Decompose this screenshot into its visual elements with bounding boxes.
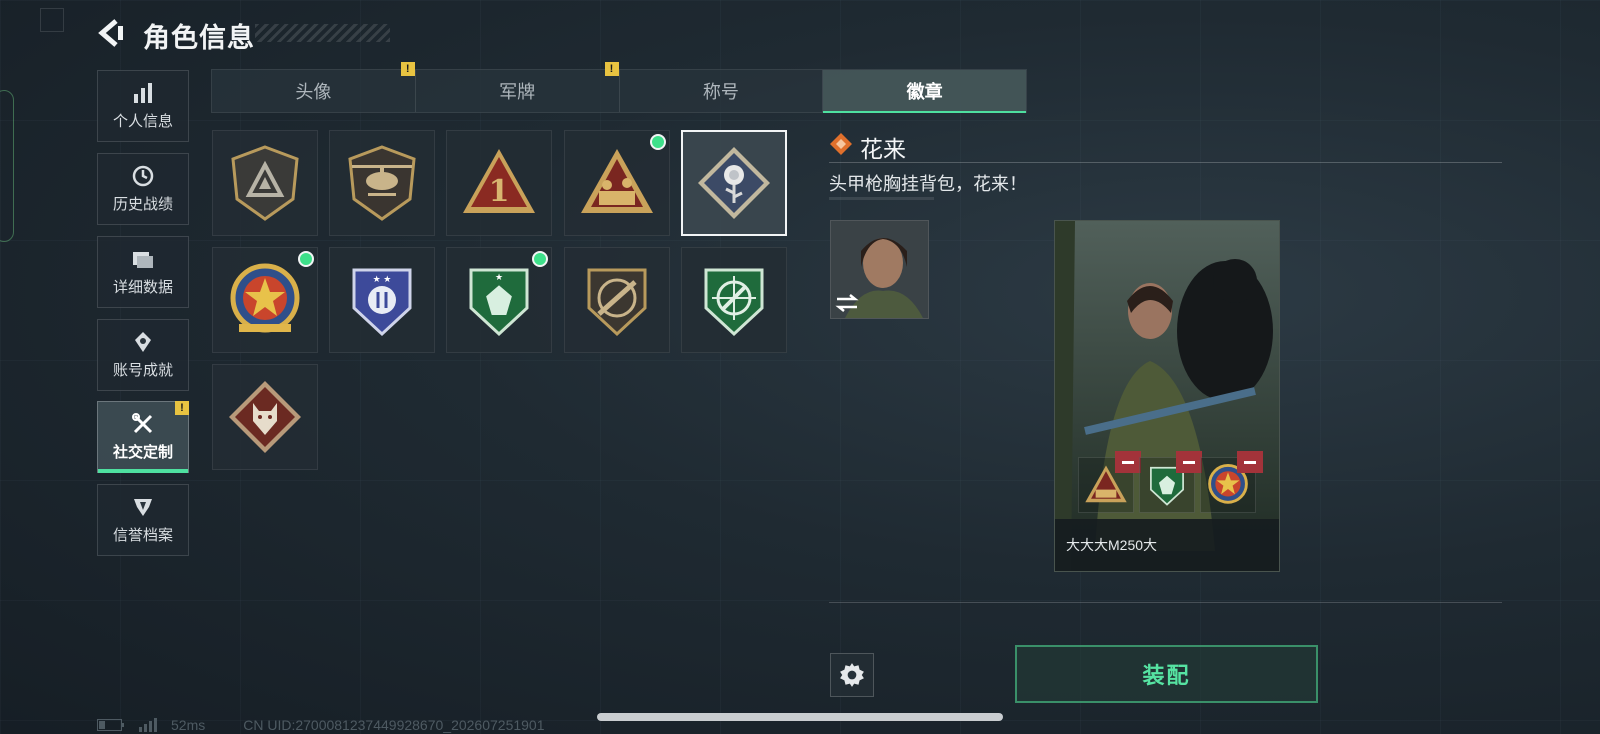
badge-cell-rifle[interactable] xyxy=(564,247,670,353)
new-indicator-dot xyxy=(532,251,548,267)
left-edge-handle xyxy=(0,90,14,242)
sidebar-item-social[interactable]: 社交定制 ! xyxy=(97,401,189,473)
svg-text:1: 1 xyxy=(489,174,510,209)
remove-badge-button[interactable] xyxy=(1237,451,1263,473)
green-gem-badge-icon: ★ xyxy=(469,268,529,337)
tab-avatar[interactable]: 头像 ! xyxy=(212,62,416,112)
blue-wings-badge-icon: ★ ★ xyxy=(352,268,412,337)
sidebar-item-label: 信誉档案 xyxy=(112,527,173,544)
gear-icon xyxy=(840,663,864,687)
sidebar-item-label: 账号成就 xyxy=(112,362,173,379)
detail-divider xyxy=(829,162,1502,163)
ping-value: 52ms xyxy=(171,717,206,733)
card-footer: 大大大M250大 xyxy=(1055,519,1279,571)
sidebar-item-achievements[interactable]: 账号成就 xyxy=(97,319,189,391)
sidebar-item-label: 历史战绩 xyxy=(112,196,173,213)
badge-cell-green-crosshair[interactable] xyxy=(681,247,787,353)
back-arrow-icon[interactable] xyxy=(96,18,126,48)
player-name: 大大大M250大 xyxy=(1066,537,1158,553)
green-crosshair-badge-icon xyxy=(704,268,764,337)
page-title: 角色信息 xyxy=(143,23,255,53)
player-card: 大大大M250大 xyxy=(1054,220,1280,572)
description-underline xyxy=(829,197,934,200)
tab-label: 徽章 xyxy=(906,82,943,102)
badge-cell-blue-wings[interactable]: ★ ★ xyxy=(329,247,435,353)
star-medal-badge-icon xyxy=(230,263,300,333)
tab-dog-tag[interactable]: 军牌 ! xyxy=(416,62,620,112)
sidebar-item-history[interactable]: 历史战绩 xyxy=(97,153,189,225)
reputation-icon xyxy=(134,499,152,516)
settings-button[interactable] xyxy=(830,653,874,697)
tools-icon xyxy=(132,413,153,434)
rifle-badge-icon xyxy=(587,268,647,337)
corner-decoration xyxy=(40,8,64,32)
sidebar-item-label: 社交定制 xyxy=(112,444,173,461)
swap-icon[interactable] xyxy=(835,294,859,312)
sidebar-item-label: 个人信息 xyxy=(112,113,173,130)
history-icon xyxy=(132,165,154,187)
badge-cell-rose[interactable] xyxy=(681,130,787,236)
tab-title[interactable]: 称号 xyxy=(620,70,824,112)
badge-cell-wolf[interactable] xyxy=(212,364,318,470)
wolf-badge-icon xyxy=(229,381,301,453)
sidebar-item-details[interactable]: 详细数据 xyxy=(97,236,189,308)
sidebar-item-reputation[interactable]: 信誉档案 xyxy=(97,484,189,556)
signal-icon xyxy=(139,718,157,732)
badge-cell-star-medal[interactable] xyxy=(212,247,318,353)
user-uid: CN UID:2700081237449928670_202607251901 xyxy=(243,717,545,733)
badge-cell-number-one[interactable]: 1 xyxy=(446,130,552,236)
folder-icon xyxy=(133,252,153,268)
soldiers-badge-icon xyxy=(581,149,653,213)
equipped-badge-slot[interactable] xyxy=(1139,451,1202,513)
badge-name: 花来 xyxy=(860,136,906,162)
battery-icon xyxy=(97,719,124,731)
home-indicator[interactable] xyxy=(597,713,1003,721)
tab-badge[interactable]: 徽章 xyxy=(823,70,1026,113)
achievement-icon xyxy=(135,332,151,352)
svg-text:★: ★ xyxy=(495,272,503,282)
badge-cell-triangle-shield[interactable] xyxy=(212,130,318,236)
sidebar-item-profile[interactable]: 个人信息 xyxy=(97,70,189,142)
equipped-badge-slot[interactable] xyxy=(1200,451,1263,513)
player-avatar[interactable] xyxy=(830,220,929,319)
svg-text:★ ★: ★ ★ xyxy=(373,274,392,284)
sidebar-item-label: 详细数据 xyxy=(112,279,173,296)
detail-bottom-divider xyxy=(829,602,1502,603)
badge-cell-helicopter[interactable] xyxy=(329,130,435,236)
tab-label: 军牌 xyxy=(499,82,536,102)
tab-label: 称号 xyxy=(702,82,739,102)
tab-bar: 头像 ! 军牌 ! 称号 徽章 xyxy=(211,62,1027,113)
remove-badge-button[interactable] xyxy=(1115,451,1141,473)
number-one-badge-icon: 1 xyxy=(463,149,535,213)
title-stripe-decoration xyxy=(255,24,390,42)
badge-description: 头甲枪胸挂背包，花来！ xyxy=(829,174,1027,194)
status-bar: 52ms CN UID:2700081237449928670_20260725… xyxy=(97,717,545,733)
rose-badge-icon xyxy=(698,147,770,219)
helicopter-badge-icon xyxy=(348,145,416,221)
badge-cell-soldiers[interactable] xyxy=(564,130,670,236)
equip-button[interactable]: 装配 xyxy=(1015,645,1318,703)
badge-cell-green-gem[interactable]: ★ xyxy=(446,247,552,353)
rarity-diamond-icon xyxy=(829,132,853,156)
new-indicator-dot xyxy=(650,134,666,150)
tab-label: 头像 xyxy=(295,82,332,102)
remove-badge-button[interactable] xyxy=(1176,451,1202,473)
new-indicator-dot xyxy=(298,251,314,267)
warning-badge: ! xyxy=(604,62,619,76)
triangle-shield-badge-icon xyxy=(231,145,299,221)
warning-badge: ! xyxy=(400,62,415,76)
equipped-badge-slot[interactable] xyxy=(1078,451,1141,513)
warning-badge: ! xyxy=(175,401,189,415)
bar-chart-icon xyxy=(134,83,152,103)
